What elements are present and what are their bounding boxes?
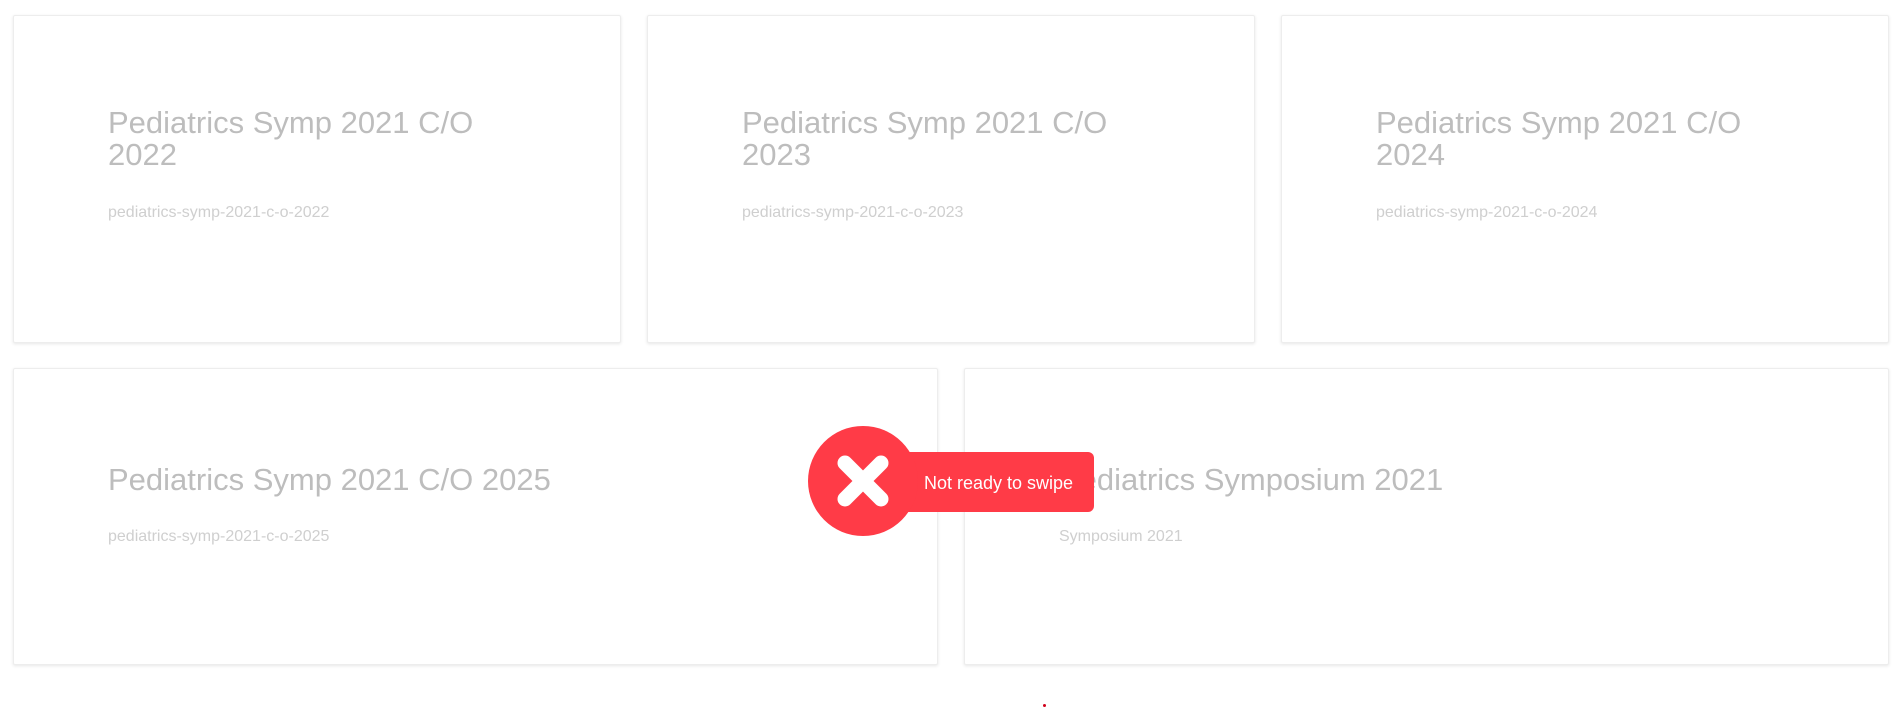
toast-icon-circle bbox=[808, 426, 918, 536]
card-title: Pediatrics Symp 2021 C/O 2022 bbox=[108, 105, 474, 172]
not-ready-toast: Not ready to swipe bbox=[808, 426, 1094, 536]
card-slug: pediatrics-symp-2021-c-o-2025 bbox=[108, 528, 330, 545]
card-slug: pediatrics-symp-2021-c-o-2024 bbox=[1376, 204, 1598, 221]
card-title: Pediatrics Symp 2021 C/O 2025 bbox=[108, 462, 551, 497]
card-pediatrics-symp-2021-co-2023[interactable]: Pediatrics Symp 2021 C/O 2023 pediatrics… bbox=[647, 15, 1255, 343]
card-title: Pediatrics Symp 2021 C/O 2024 bbox=[1376, 105, 1742, 172]
card-grid-page: Pediatrics Symp 2021 C/O 2022 pediatrics… bbox=[0, 0, 1904, 709]
indicator-dot bbox=[1043, 704, 1046, 707]
card-slug: pediatrics-symp-2021-c-o-2023 bbox=[742, 204, 964, 221]
card-slug: pediatrics-symp-2021-c-o-2022 bbox=[108, 204, 330, 221]
card-title: Pediatrics Symposium 2021 bbox=[1059, 462, 1444, 497]
card-title: Pediatrics Symp 2021 C/O 2023 bbox=[742, 105, 1108, 172]
card-pediatrics-symp-2021-co-2024[interactable]: Pediatrics Symp 2021 C/O 2024 pediatrics… bbox=[1281, 15, 1889, 343]
card-pediatrics-symp-2021-co-2022[interactable]: Pediatrics Symp 2021 C/O 2022 pediatrics… bbox=[13, 15, 621, 343]
card-pediatrics-symp-2021-co-2025[interactable]: Pediatrics Symp 2021 C/O 2025 pediatrics… bbox=[13, 368, 938, 665]
close-x-icon bbox=[837, 455, 889, 507]
toast-label: Not ready to swipe bbox=[924, 473, 1074, 493]
card-pediatrics-symposium-2021[interactable]: Pediatrics Symposium 2021 Symposium 2021 bbox=[964, 368, 1889, 665]
